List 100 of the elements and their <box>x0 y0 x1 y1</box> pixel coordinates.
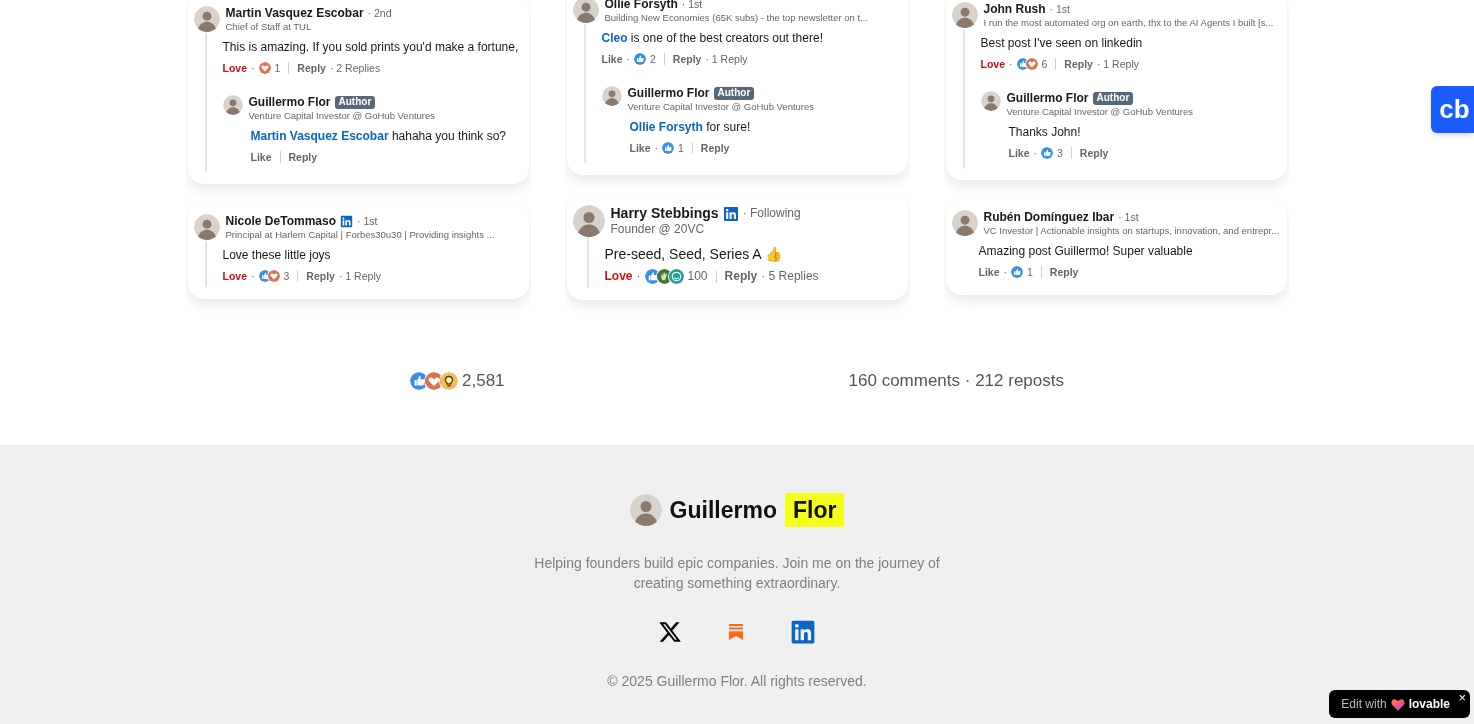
comment-text: Martin Vasquez Escobar hahaha you think so? <box>250 128 507 144</box>
replies-link[interactable]: · 1 Reply <box>338 269 381 283</box>
commenter-name[interactable]: Martin Vasquez Escobar <box>225 6 364 21</box>
commenter-headline: Principal at Harlem Capital | Forbes30u30 | Providing insights ... <box>225 229 495 241</box>
separator-dot: · <box>1033 146 1037 160</box>
comment-text: Ollie Forsyth for sure! <box>629 119 752 135</box>
connection-degree: · 2nd <box>367 6 392 21</box>
reaction-button[interactable]: Love <box>222 61 247 75</box>
connection-degree: · 1st <box>1049 2 1070 17</box>
x-logo-icon[interactable] <box>658 620 682 644</box>
brand-first-name: Guillermo <box>669 495 777 525</box>
replies-link[interactable]: · 1 Reply <box>705 52 748 66</box>
commenter-headline: Venture Capital Investor @ GoHub Ventures <box>627 101 815 113</box>
commenter-headline: Founder @ 20VC <box>610 222 706 237</box>
reaction-button[interactable]: Love <box>604 269 633 284</box>
comment-text: Cleo is one of the best creators out there! <box>601 30 824 46</box>
avatar-icon <box>951 210 978 236</box>
separator-dot: · <box>1009 57 1013 71</box>
comment-text: Best post I've seen on linkedin <box>980 35 1144 51</box>
reply-button[interactable]: Reply <box>288 150 318 164</box>
avatar-icon <box>629 493 662 526</box>
badge-label: Edit with <box>1341 696 1387 713</box>
commenter-name[interactable]: Guillermo Flor <box>248 95 331 110</box>
reactions-count[interactable]: 2,581 <box>462 368 505 394</box>
heart-icon <box>1390 697 1405 711</box>
copyright-text: © 2025 Guillermo Flor. All rights reserved. <box>607 672 867 691</box>
footer-tagline: Helping founders build epic companies. Join me on the journey of creating something extraordinary. <box>533 554 941 593</box>
comments-reposts-count[interactable]: 160 comments · 212 reposts <box>848 368 1064 394</box>
commenter-name[interactable]: Nicole DeTommaso <box>225 214 336 229</box>
reply-button[interactable]: Reply <box>700 141 730 155</box>
reaction-button[interactable]: Love <box>980 57 1005 71</box>
reply-button[interactable]: Reply <box>1079 146 1109 160</box>
connection-degree: · 1st <box>681 0 703 12</box>
commenter-headline: Building New Economies (65K subs) - the top newsletter on t... <box>604 12 868 24</box>
reaction-button[interactable]: Love <box>222 269 247 283</box>
comment-text: Thanks John! <box>1008 124 1082 140</box>
mention-link[interactable]: Ollie Forsyth <box>629 120 703 134</box>
avatar-icon <box>193 214 220 240</box>
commenter-headline: Venture Capital Investor @ GoHub Ventures <box>248 110 436 122</box>
commenter-headline: I run the most automated org on earth, thx to the AI Agents I built [s... <box>983 17 1274 29</box>
reaction-count: 6 <box>1041 57 1048 71</box>
separator-dot: · <box>626 52 630 66</box>
reply-button[interactable]: Reply <box>672 52 702 66</box>
mention-link[interactable]: Martin Vasquez Escobar <box>250 129 389 143</box>
avatar-icon <box>222 95 243 115</box>
avatar-icon <box>572 205 605 237</box>
replies-link[interactable]: · 1 Reply <box>1096 57 1139 71</box>
connection-degree: · Following <box>742 206 801 221</box>
reply-button[interactable]: Reply <box>1049 265 1079 279</box>
reaction-count: 1 <box>274 61 281 75</box>
edit-with-badge[interactable]: Edit with lovable × <box>1329 690 1470 718</box>
avatar-icon <box>601 86 622 106</box>
reaction-button[interactable]: Like <box>601 52 623 66</box>
separator-dot: · <box>251 61 255 75</box>
commenter-headline: Venture Capital Investor @ GoHub Ventures <box>1006 106 1194 118</box>
comment-text: This is amazing. If you sold prints you'd make a fortune, <box>222 39 520 55</box>
author-label: Author <box>334 96 376 109</box>
reply-button[interactable]: Reply <box>1064 57 1093 71</box>
commenter-name[interactable]: Ollie Forsyth <box>604 0 678 12</box>
floating-logo-button[interactable]: cb <box>1431 86 1474 133</box>
comment-text: Amazing post Guillermo! Super valuable <box>978 243 1194 259</box>
avatar-icon <box>980 91 1001 111</box>
brand-name: lovable <box>1408 696 1450 713</box>
commenter-name[interactable]: Rubén Domínguez Ibar <box>983 210 1115 225</box>
separator-dot: · <box>1003 265 1007 279</box>
reaction-button[interactable]: Like <box>978 265 1000 279</box>
replies-link[interactable]: · 5 Replies <box>761 269 819 284</box>
replies-link[interactable]: · 2 Replies <box>329 61 381 75</box>
avatar-icon <box>572 0 599 23</box>
reaction-button[interactable]: Like <box>1008 146 1030 160</box>
commenter-headline: Chief of Staff at TUL <box>225 21 313 33</box>
reply-button[interactable]: Reply <box>297 61 326 75</box>
avatar-icon <box>951 2 978 28</box>
commenter-headline: VC Investor | Actionable insights on startups, innovation, and entrepr... <box>983 225 1280 237</box>
commenter-name[interactable]: Guillermo Flor <box>1006 91 1089 106</box>
linkedin-icon[interactable] <box>790 619 816 645</box>
reaction-count: 3 <box>283 269 290 283</box>
substack-logo-icon[interactable] <box>728 624 744 640</box>
reaction-count: 2 <box>650 52 656 66</box>
reply-button[interactable]: Reply <box>724 269 758 284</box>
separator-dot: · <box>636 269 641 284</box>
comment-text: Love these little joys <box>222 247 332 263</box>
reaction-button[interactable]: Like <box>250 150 272 164</box>
reaction-count: 3 <box>1057 146 1063 160</box>
separator-dot: · <box>654 141 658 155</box>
reply-button[interactable]: Reply <box>306 269 335 283</box>
comment-text: Pre-seed, Seed, Series A 👍 <box>604 245 783 263</box>
commenter-name[interactable]: Harry Stebbings <box>610 205 719 222</box>
author-label: Author <box>713 87 755 100</box>
reaction-button[interactable]: Like <box>629 141 651 155</box>
mention-link[interactable]: Cleo <box>601 31 628 45</box>
avatar-icon <box>193 6 220 32</box>
reaction-count: 1 <box>1027 265 1033 279</box>
connection-degree: · 1st <box>357 214 378 229</box>
reaction-count: 1 <box>678 141 684 155</box>
commenter-name[interactable]: Guillermo Flor <box>627 86 710 101</box>
author-label: Author <box>1092 92 1134 105</box>
commenter-name[interactable]: John Rush <box>983 2 1046 17</box>
connection-degree: · 1st <box>1118 210 1139 225</box>
close-button[interactable]: × <box>1458 691 1466 704</box>
